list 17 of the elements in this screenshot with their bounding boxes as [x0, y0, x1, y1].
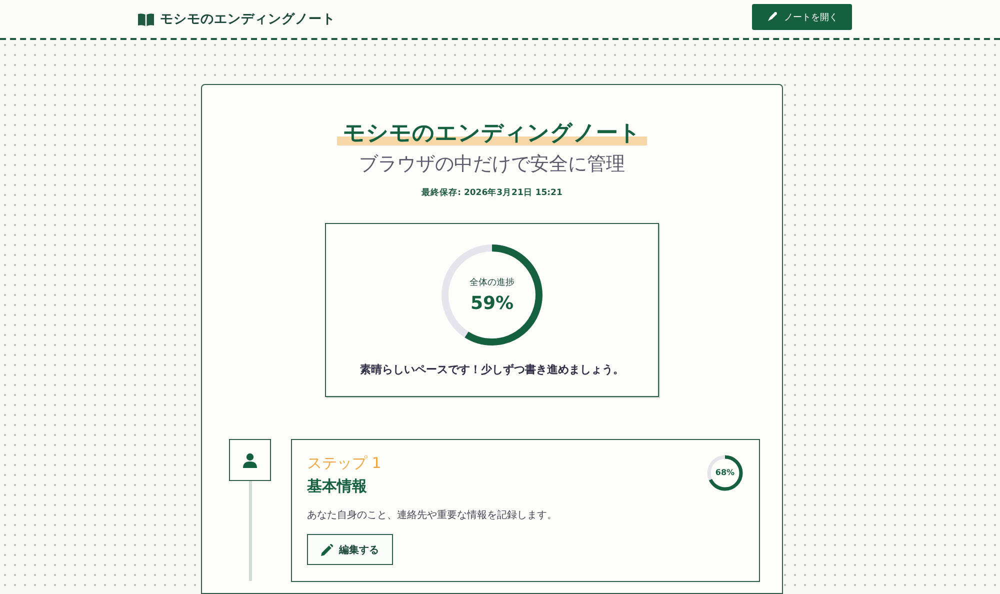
last-saved-text: 最終保存: 2026年3月21日 15:21 — [422, 187, 562, 199]
progress-percent: 59% — [470, 293, 514, 314]
step-title: 基本情報 — [307, 477, 368, 496]
progress-label: 全体の進捗 — [470, 276, 514, 289]
book-icon — [138, 12, 154, 26]
pencil-icon — [321, 544, 333, 556]
step-progress-ring — [706, 454, 744, 492]
person-icon — [243, 452, 257, 468]
open-note-button[interactable]: ノートを開く — [752, 4, 852, 30]
progress-message: 素晴らしいペースです！少しずつ書き進めましょう。 — [360, 362, 624, 377]
step-label: ステップ 1 — [307, 454, 382, 473]
step-progress-percent: 68% — [715, 469, 735, 477]
pen-icon — [766, 11, 778, 23]
step-description: あなた自身のこと、連絡先や重要な情報を記録します。 — [307, 508, 558, 522]
edit-button[interactable]: 編集する — [307, 534, 393, 565]
brand-name: モシモのエンディングノート — [160, 11, 336, 28]
page-subtitle: ブラウザの中だけで安全に管理 — [359, 152, 625, 177]
